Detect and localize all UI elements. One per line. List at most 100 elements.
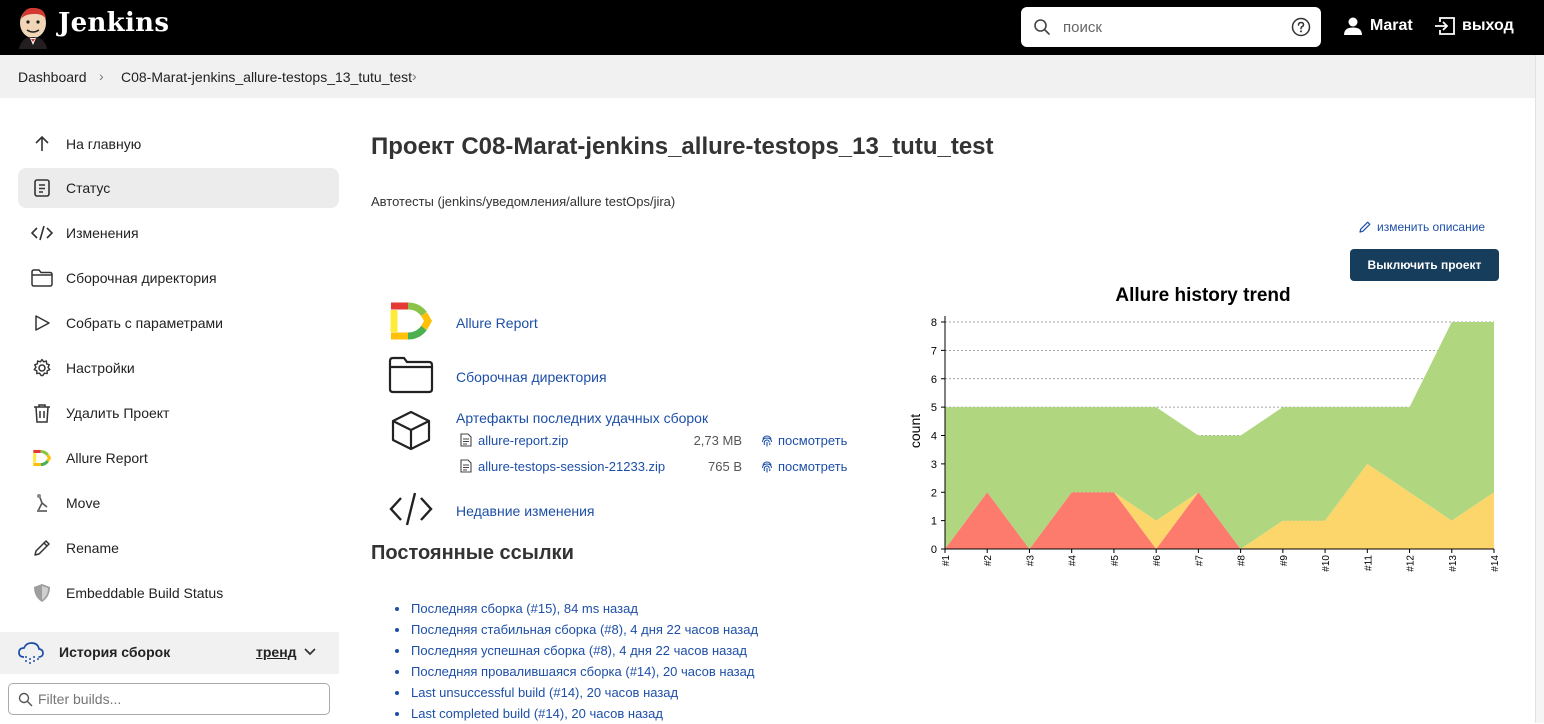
artifact-view-label: посмотреть	[778, 433, 848, 448]
search-input[interactable]	[1063, 16, 1278, 38]
build-history-title: История сборок	[59, 644, 171, 660]
list-item: Last unsuccessful build (#14), 20 часов …	[395, 682, 758, 703]
top-header: Jenkins Marat выход	[0, 0, 1544, 55]
logout-label: выход	[1462, 17, 1514, 34]
sidebar-item-delete[interactable]: Удалить Проект	[18, 393, 339, 433]
allure-report-link[interactable]: Allure Report	[456, 315, 538, 331]
user-link[interactable]: Marat	[1343, 16, 1413, 36]
sidebar-item-build-with-params[interactable]: Собрать с параметрами	[18, 303, 339, 343]
x-tick-label: #3	[1025, 555, 1036, 567]
file-icon	[460, 459, 472, 473]
cube-icon	[391, 410, 431, 451]
y-tick-label: 3	[931, 459, 937, 471]
search-box[interactable]	[1021, 7, 1321, 47]
permalinks-list: Последняя сборка (#15), 84 ms назад Посл…	[395, 598, 758, 724]
breadcrumb-dashboard[interactable]: Dashboard	[18, 69, 87, 85]
recent-changes-link[interactable]: Недавние изменения	[456, 503, 595, 519]
y-tick-label: 1	[931, 516, 937, 528]
breadcrumb-project[interactable]: C08-Marat-jenkins_allure-testops_13_tutu…	[121, 69, 412, 85]
chart-y-axis-label: count	[907, 414, 923, 448]
help-icon[interactable]	[1291, 17, 1311, 37]
brand-title[interactable]: Jenkins	[58, 8, 169, 38]
sidebar-item-home[interactable]: На главную	[18, 124, 339, 164]
workspace-link[interactable]: Сборочная директория	[456, 369, 607, 385]
fingerprint-icon	[761, 460, 773, 472]
permalinks-title: Постоянные ссылки	[371, 542, 574, 564]
filter-builds-box[interactable]	[8, 683, 330, 715]
artifact-view-link[interactable]: посмотреть	[760, 459, 847, 474]
sidebar-item-label: Rename	[66, 540, 119, 556]
permalink-last-unsuccessful[interactable]: Last unsuccessful build (#14), 20 часов …	[411, 685, 678, 700]
x-tick-label: #8	[1237, 555, 1248, 567]
y-tick-label: 4	[931, 431, 937, 443]
artifact-size: 765 B	[708, 459, 742, 474]
artifact-file-link[interactable]: allure-testops-session-21233.zip	[478, 459, 665, 474]
x-tick-label: #11	[1363, 555, 1374, 571]
sidebar-item-label: Изменения	[66, 225, 139, 241]
sidebar-item-embeddable-status[interactable]: Embeddable Build Status	[18, 573, 339, 613]
code-icon	[31, 222, 53, 244]
fingerprint-icon	[761, 434, 773, 446]
pencil-icon	[1359, 221, 1371, 233]
sidebar-item-status[interactable]: Статус	[18, 168, 339, 208]
permalink-last-completed[interactable]: Last completed build (#14), 20 часов наз…	[411, 706, 663, 721]
sidebar-item-settings[interactable]: Настройки	[18, 348, 339, 388]
arrow-up-icon	[31, 133, 53, 155]
x-tick-label: #2	[983, 555, 994, 567]
y-tick-label: 2	[931, 487, 937, 499]
y-tick-label: 7	[931, 345, 937, 357]
cloud-rain-icon	[18, 642, 44, 665]
artifact-file-link[interactable]: allure-report.zip	[478, 433, 568, 448]
sidebar-item-changes[interactable]: Изменения	[18, 213, 339, 253]
trash-icon	[31, 402, 53, 424]
build-history-trend-link[interactable]: тренд	[256, 644, 297, 660]
logout-icon	[1435, 17, 1455, 35]
y-tick-label: 8	[931, 317, 937, 329]
x-tick-label: #4	[1068, 555, 1079, 567]
user-name: Marat	[1370, 17, 1413, 34]
artifact-view-label: посмотреть	[778, 459, 848, 474]
artifact-view-link[interactable]: посмотреть	[760, 433, 847, 448]
folder-icon	[388, 356, 434, 394]
x-tick-label: #13	[1448, 555, 1459, 572]
jenkins-logo-icon[interactable]	[16, 5, 50, 49]
user-icon	[1344, 17, 1362, 35]
sidebar-item-label: Собрать с параметрами	[66, 315, 223, 331]
sidebar-item-label: На главную	[66, 136, 142, 152]
last-artifacts-link[interactable]: Артефакты последних удачных сборок	[456, 410, 708, 426]
sidebar-item-label: Embeddable Build Status	[66, 585, 224, 601]
permalink-last-successful[interactable]: Последняя успешная сборка (#8), 4 дня 22…	[411, 643, 747, 658]
chevron-right-icon: ›	[99, 68, 104, 84]
disable-project-button[interactable]: Выключить проект	[1350, 249, 1499, 281]
search-icon	[1034, 19, 1050, 35]
x-tick-label: #14	[1490, 555, 1501, 572]
sidebar-item-label: Удалить Проект	[66, 405, 170, 421]
sidebar-item-rename[interactable]: Rename	[18, 528, 339, 568]
play-icon	[31, 312, 53, 334]
permalink-last-failed[interactable]: Последняя провалившаяся сборка (#14), 20…	[411, 664, 754, 679]
permalink-last-stable[interactable]: Последняя стабильная сборка (#8), 4 дня …	[411, 622, 758, 637]
sidebar-item-label: Move	[66, 495, 101, 511]
filter-builds-input[interactable]	[38, 690, 318, 708]
list-item: Last completed build (#14), 20 часов наз…	[395, 703, 758, 724]
sidebar-item-allure-report[interactable]: Allure Report	[18, 438, 339, 478]
sidebar-item-label: Сборочная директория	[66, 270, 217, 286]
x-tick-label: #5	[1110, 555, 1121, 567]
x-tick-label: #7	[1194, 555, 1205, 567]
chevron-right-icon[interactable]: ›	[412, 68, 417, 84]
logout-link[interactable]: выход	[1434, 16, 1514, 36]
edit-description-link[interactable]: изменить описание	[1358, 220, 1485, 234]
gear-icon	[31, 357, 53, 379]
sidebar-item-move[interactable]: Move	[18, 483, 339, 523]
sidebar-item-workspace[interactable]: Сборочная директория	[18, 258, 339, 298]
sidebar-item-label: Allure Report	[66, 450, 148, 466]
y-tick-label: 0	[931, 544, 937, 556]
allure-history-trend-chart[interactable]: Allure history trend count 0 1 2 3 4 5 6 7 8 #1 #2…	[900, 278, 1505, 588]
file-icon	[460, 433, 472, 447]
permalink-last-build[interactable]: Последняя сборка (#15), 84 ms назад	[411, 601, 638, 616]
chart-title: Allure history trend	[1115, 285, 1290, 306]
page-scrollbar[interactable]	[1535, 55, 1544, 723]
list-item: Последняя сборка (#15), 84 ms назад	[395, 598, 758, 619]
chevron-down-icon[interactable]	[304, 647, 316, 657]
code-icon	[389, 492, 433, 526]
